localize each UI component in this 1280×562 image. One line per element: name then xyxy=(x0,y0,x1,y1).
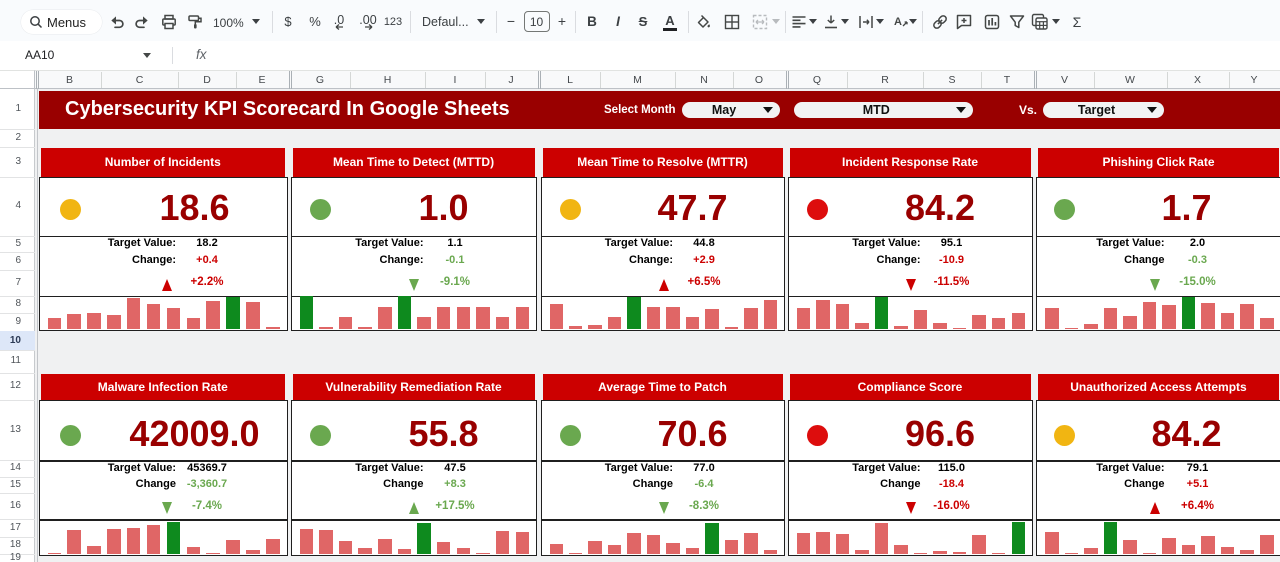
svg-text:A: A xyxy=(894,16,902,28)
